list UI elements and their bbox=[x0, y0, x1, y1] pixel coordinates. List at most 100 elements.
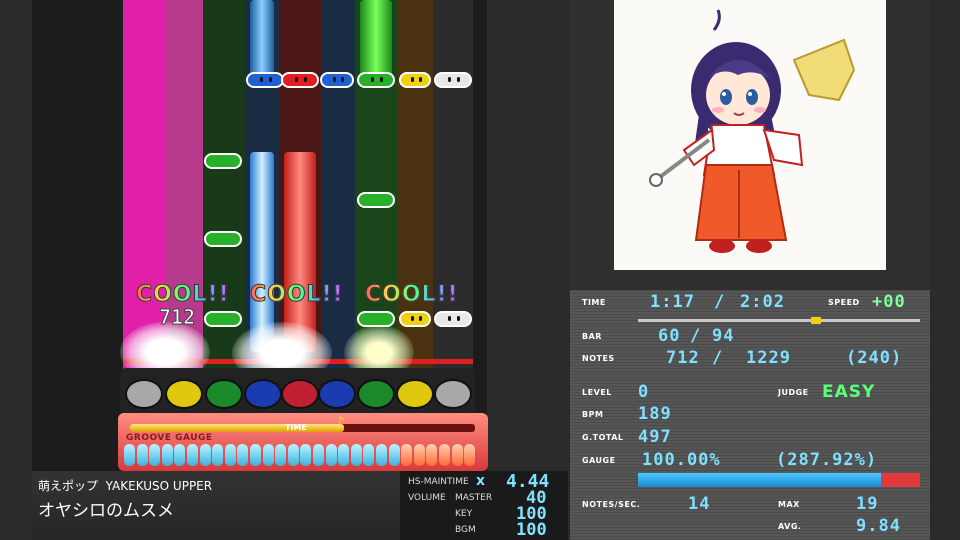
long-note-green-top bbox=[360, 0, 392, 80]
bpm-value: 189 bbox=[638, 404, 672, 424]
time-progress-bar bbox=[638, 317, 920, 324]
notes-total: 1229 bbox=[746, 348, 791, 368]
speed-label: SPEED bbox=[828, 298, 860, 307]
key-volume-label: KEY bbox=[455, 509, 473, 519]
groove-gauge-cell bbox=[300, 444, 312, 466]
groove-gauge-cell bbox=[413, 444, 425, 466]
gauge-extra: (287.92%) bbox=[776, 450, 878, 470]
bar-current: 60 bbox=[658, 326, 681, 346]
music-note-icon: ♪ bbox=[335, 413, 346, 432]
notes-per-sec-label: NOTES/SEC. bbox=[582, 500, 641, 509]
note-yellow bbox=[399, 311, 431, 327]
gauge-value: 100.00% bbox=[642, 450, 721, 470]
notes-separator: / bbox=[712, 348, 724, 368]
groove-gauge-cell bbox=[388, 444, 400, 466]
note-green bbox=[357, 72, 395, 88]
hs-multiplier-mark: x bbox=[476, 473, 486, 489]
play-stats-panel: TIME 1:17 / 2:02 SPEED +00 BAR 60 / 94 N… bbox=[570, 290, 930, 540]
key-button-blue[interactable] bbox=[318, 379, 356, 409]
master-label: MASTER bbox=[455, 493, 493, 503]
groove-gauge-cell bbox=[287, 444, 299, 466]
groove-gauge-cell bbox=[149, 444, 161, 466]
gtotal-value: 497 bbox=[638, 427, 672, 447]
notes-per-sec-value: 14 bbox=[688, 494, 711, 514]
notes-label: NOTES bbox=[582, 354, 615, 363]
key-button-yellow[interactable] bbox=[165, 379, 203, 409]
hs-label: HS-MAINTIME bbox=[408, 477, 469, 487]
key-button-yellow[interactable] bbox=[396, 379, 434, 409]
gauge-label: GAUGE bbox=[582, 456, 616, 465]
bgm-volume[interactable]: 100 bbox=[516, 520, 547, 540]
judgement-text: COOL!! bbox=[136, 282, 230, 308]
max-value: 19 bbox=[856, 494, 879, 514]
note-blue bbox=[320, 72, 354, 88]
note-green bbox=[204, 311, 242, 327]
time-bar-fill bbox=[130, 424, 344, 432]
notes-current: 712 bbox=[666, 348, 700, 368]
key-button-white[interactable] bbox=[125, 379, 163, 409]
groove-gauge-cell bbox=[187, 444, 198, 466]
notes-extra: (240) bbox=[846, 348, 903, 368]
time-separator: / bbox=[714, 292, 726, 312]
groove-gauge-cell bbox=[275, 444, 287, 466]
groove-gauge-cell bbox=[224, 444, 236, 466]
groove-gauge-cell bbox=[338, 444, 350, 466]
shrine-maiden-character-illustration bbox=[649, 9, 856, 253]
key-button-blue[interactable] bbox=[244, 379, 282, 409]
judge-label: JUDGE bbox=[778, 388, 809, 397]
key-button-white[interactable] bbox=[434, 379, 472, 409]
bar-total: 94 bbox=[712, 326, 735, 346]
groove-gauge-cell bbox=[426, 444, 438, 466]
note-green bbox=[204, 231, 242, 247]
time-progress-marker bbox=[810, 317, 821, 324]
gtotal-label: G.TOTAL bbox=[582, 433, 624, 442]
groove-gauge-label: GROOVE GAUGE bbox=[126, 433, 213, 443]
level-value: 0 bbox=[638, 382, 650, 402]
note-green bbox=[204, 153, 242, 169]
gauge-bar bbox=[638, 473, 920, 487]
groove-gauge-cell bbox=[199, 444, 211, 466]
groove-gauge-cell bbox=[174, 444, 186, 466]
groove-gauge-cell bbox=[325, 444, 337, 466]
groove-gauge-cell bbox=[250, 444, 261, 466]
judge-rank: EASY bbox=[822, 382, 876, 402]
groove-gauge-cell bbox=[451, 444, 463, 466]
hi-speed-volume-panel: HS-MAINTIME x 4.44 VOLUME MASTER 40 KEY … bbox=[400, 471, 568, 540]
time-label: TIME bbox=[582, 298, 606, 307]
judgement-text: COOL!! bbox=[250, 282, 344, 308]
background-art bbox=[614, 0, 886, 270]
combo-count: 712 bbox=[158, 305, 196, 330]
avg-value: 9.84 bbox=[856, 516, 901, 536]
time-label: TIME bbox=[285, 423, 307, 432]
key-button-green[interactable] bbox=[357, 379, 395, 409]
groove-gauge-cell bbox=[161, 444, 173, 466]
bgm-volume-label: BGM bbox=[455, 525, 476, 535]
groove-gauge-cell bbox=[136, 444, 148, 466]
key-button-red[interactable] bbox=[281, 379, 319, 409]
note-blue bbox=[246, 72, 284, 88]
key-button-green[interactable] bbox=[205, 379, 243, 409]
bpm-label: BPM bbox=[582, 410, 604, 419]
song-info-panel: 萌えポップ YAKEKUSO UPPER オヤシロのムスメ bbox=[32, 471, 400, 540]
groove-gauge-cell bbox=[363, 444, 375, 466]
groove-gauge-cell bbox=[313, 444, 324, 466]
time-current: 1:17 bbox=[650, 292, 695, 312]
gauge-bar-fill bbox=[638, 473, 881, 487]
note-white bbox=[434, 72, 472, 88]
note-yellow bbox=[399, 72, 431, 88]
max-label: MAX bbox=[778, 500, 800, 509]
song-artist: YAKEKUSO UPPER bbox=[105, 479, 213, 493]
lane-9 bbox=[433, 0, 473, 395]
bar-label: BAR bbox=[582, 332, 602, 341]
long-note-blue-top bbox=[250, 0, 274, 78]
avg-label: AVG. bbox=[778, 522, 802, 531]
groove-gauge-cell bbox=[350, 444, 362, 466]
bar-separator: / bbox=[690, 326, 702, 346]
time-total: 2:02 bbox=[740, 292, 785, 312]
groove-gauge-cell bbox=[376, 444, 387, 466]
note-white bbox=[434, 311, 472, 327]
groove-gauge-cell bbox=[212, 444, 224, 466]
groove-gauge-cell bbox=[262, 444, 274, 466]
volume-label: VOLUME bbox=[408, 493, 446, 503]
groove-gauge-cell bbox=[124, 444, 135, 466]
